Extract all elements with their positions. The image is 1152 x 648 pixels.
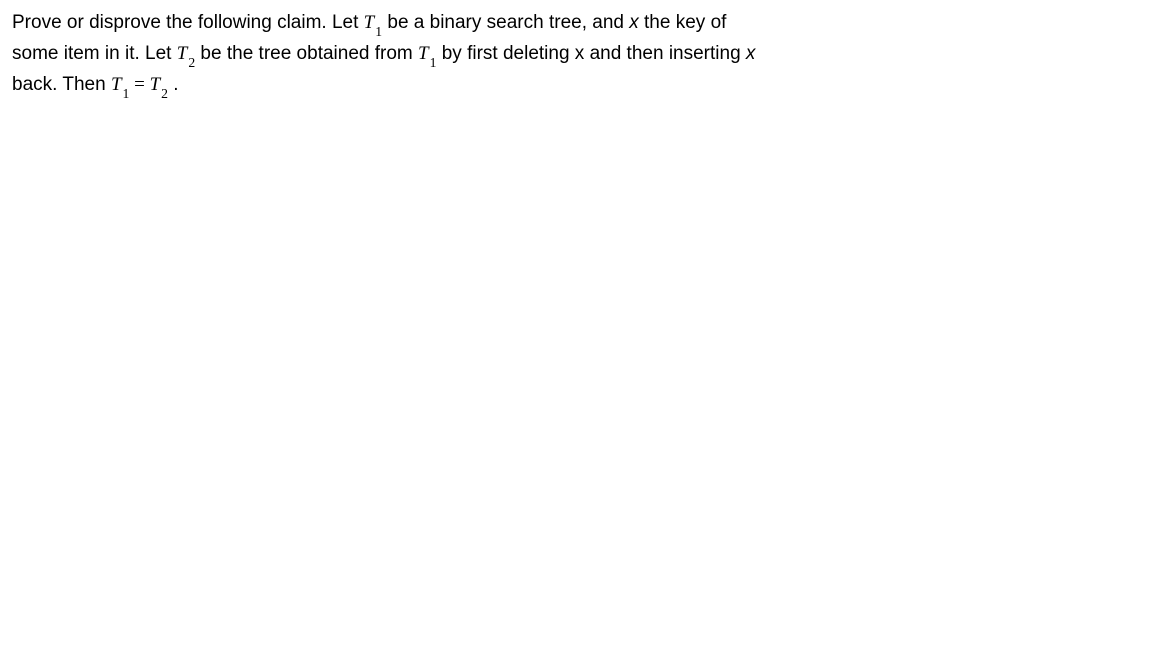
text-part-6: back. Then <box>12 74 111 95</box>
text-part-7: . <box>168 74 179 95</box>
var-x-repeat: x <box>746 43 756 64</box>
text-part-4: be the tree obtained from <box>195 43 418 64</box>
var-t2: T2 <box>177 43 195 64</box>
var-x: x <box>629 12 639 33</box>
problem-statement: Prove or disprove the following claim. L… <box>12 8 762 101</box>
eq-t2: T2 <box>150 74 168 95</box>
text-part-1: Prove or disprove the following claim. L… <box>12 12 364 33</box>
eq-t1: T1 <box>111 74 129 95</box>
text-part-2: be a binary search tree, and <box>382 12 629 33</box>
var-t1-repeat: T1 <box>418 43 436 64</box>
eq-equals: = <box>129 74 149 95</box>
text-part-5: by first deleting x and then inserting <box>436 43 745 64</box>
var-t1: T1 <box>364 12 382 33</box>
